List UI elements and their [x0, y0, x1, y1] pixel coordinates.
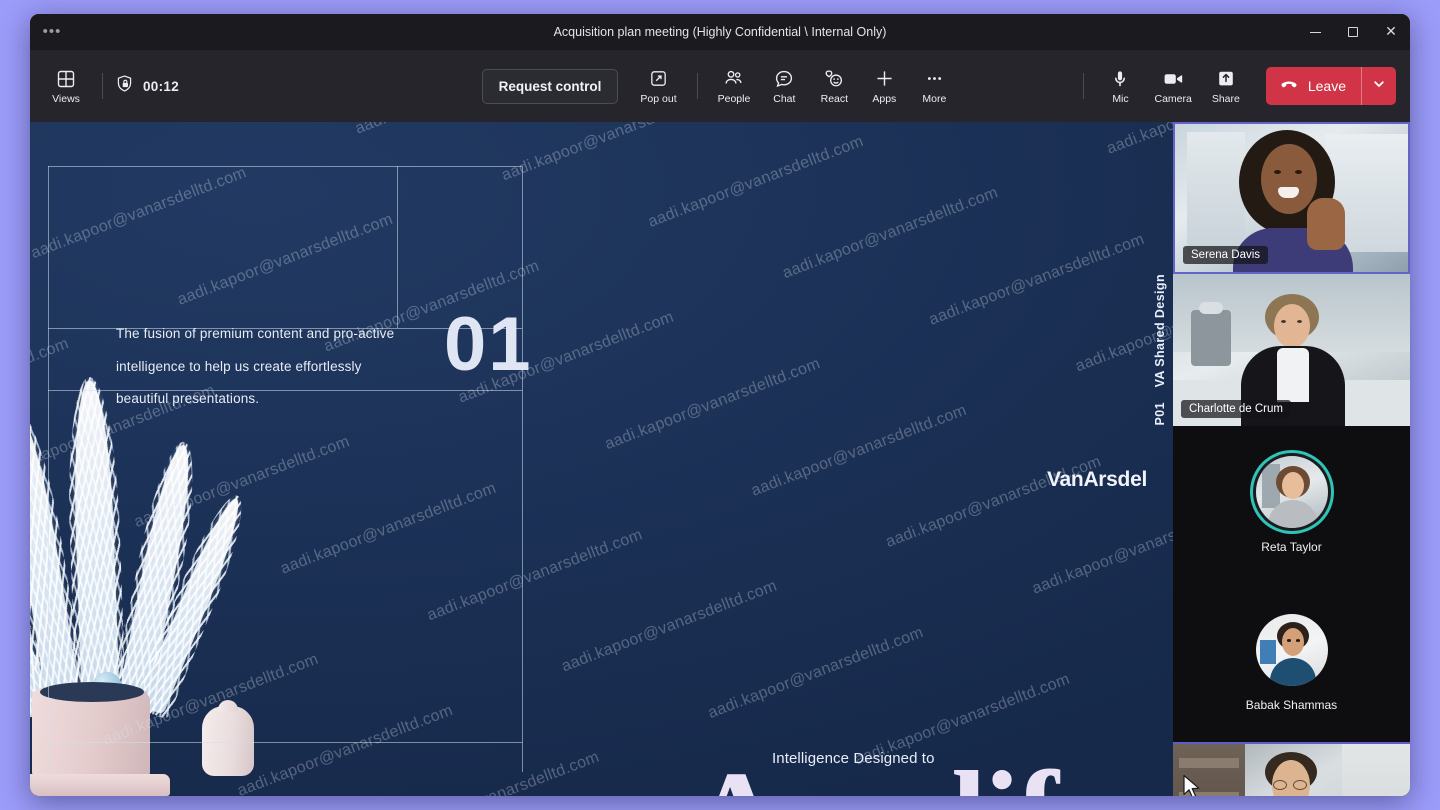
window-overflow-menu-button[interactable]: •••: [30, 14, 74, 50]
minimize-icon: [1309, 31, 1321, 33]
maximize-icon: [1348, 27, 1358, 37]
views-button[interactable]: Views: [42, 59, 90, 113]
meeting-timer: 00:12: [143, 78, 180, 94]
slide-side-label: VA Shared Design: [1153, 274, 1167, 388]
participant-name: Babak Shammas: [1245, 698, 1338, 712]
camera-button[interactable]: Camera: [1146, 59, 1199, 113]
pot: [32, 682, 150, 778]
leave-label: Leave: [1307, 78, 1346, 94]
mic-label: Mic: [1112, 92, 1129, 105]
react-label: React: [820, 92, 849, 105]
microphone-icon: [1110, 68, 1130, 90]
chat-icon: [774, 68, 794, 90]
slide-side-code: P01: [1153, 402, 1167, 426]
maximize-button[interactable]: [1334, 14, 1372, 50]
participant-roster: Serena Davis Charlotte de Crum Reta Tayl…: [1173, 122, 1410, 796]
request-control-button[interactable]: Request control: [481, 68, 619, 104]
participant-name: Serena Davis: [1183, 246, 1269, 264]
participant-tile-charlotte-de-crum[interactable]: Charlotte de Crum: [1173, 274, 1410, 426]
video-feed: [1173, 744, 1410, 796]
leave-group: Leave: [1265, 67, 1396, 105]
react-icon: [824, 68, 845, 90]
slide-frame-divider: [397, 166, 398, 328]
leave-button[interactable]: Leave: [1266, 67, 1361, 105]
camera-icon: [1162, 68, 1184, 90]
meeting-toolbar: Views 00:12 Request control Pop out Peop…: [30, 50, 1410, 122]
window-title: Acquisition plan meeting (Highly Confide…: [553, 25, 887, 39]
slide-headline: Amplify.: [690, 752, 1142, 796]
toolbar-divider-2: [696, 73, 698, 99]
leave-options-button[interactable]: [1362, 67, 1396, 105]
ellipsis-icon: [924, 68, 945, 90]
meeting-timer-group: 00:12: [115, 74, 179, 98]
apps-label: Apps: [872, 92, 897, 105]
grid-icon: [56, 68, 76, 90]
participant-tile-5[interactable]: [1173, 742, 1410, 796]
avatar: [1255, 456, 1328, 528]
people-button[interactable]: People: [710, 59, 759, 113]
pot-base: [30, 774, 170, 796]
chat-label: Chat: [773, 92, 796, 105]
mic-button[interactable]: Mic: [1096, 59, 1144, 113]
frosted-branch-in-pot-artwork: [30, 376, 330, 796]
toolbar-left-group: Views 00:12: [30, 59, 179, 113]
toolbar-divider-3: [1083, 73, 1085, 99]
desktop-background: ••• Acquisition plan meeting (Highly Con…: [0, 0, 1440, 810]
toolbar-right-group: Mic Camera Share Leave: [1073, 59, 1396, 113]
slide-number: 01: [444, 302, 533, 387]
react-button[interactable]: React: [810, 59, 858, 113]
plus-icon: [874, 68, 895, 90]
minimize-button[interactable]: [1296, 14, 1334, 50]
slide-body-text: The fusion of premium content and pro-ac…: [116, 326, 395, 407]
camera-label: Camera: [1154, 92, 1192, 105]
toolbar-divider-1: [102, 73, 103, 99]
slide-frame-right: [522, 166, 523, 772]
shield-lock-icon: [115, 74, 134, 98]
participant-tile-serena-davis[interactable]: Serena Davis: [1173, 122, 1410, 274]
vanarsdel-logo: VanArsdel: [1046, 468, 1147, 491]
hangup-icon: [1279, 75, 1299, 98]
pop-out-button[interactable]: Pop out: [632, 59, 684, 113]
close-button[interactable]: ✕: [1372, 14, 1410, 50]
small-vase: [202, 700, 254, 776]
people-label: People: [717, 92, 751, 105]
share-label: Share: [1211, 92, 1240, 105]
close-icon: ✕: [1385, 24, 1397, 40]
title-bar: ••• Acquisition plan meeting (Highly Con…: [30, 14, 1410, 50]
share-button[interactable]: Share: [1202, 59, 1250, 113]
meeting-stage: The fusion of premium content and pro-ac…: [30, 122, 1410, 796]
more-button[interactable]: More: [910, 59, 958, 113]
shared-slide[interactable]: The fusion of premium content and pro-ac…: [30, 122, 1173, 796]
more-label: More: [922, 92, 947, 105]
slide-frame-bottom: [48, 742, 522, 743]
views-label: Views: [52, 92, 80, 105]
people-icon: [723, 68, 744, 90]
share-screen-icon: [1216, 68, 1236, 90]
chat-button[interactable]: Chat: [760, 59, 808, 113]
participant-tile-reta-taylor[interactable]: Reta Taylor: [1173, 426, 1410, 584]
slide-frame-top: [48, 166, 522, 167]
teams-meeting-window: ••• Acquisition plan meeting (Highly Con…: [30, 14, 1410, 796]
chevron-down-icon: [1372, 77, 1386, 96]
participant-tile-babak-shammas[interactable]: Babak Shammas: [1173, 584, 1410, 742]
participant-name: Reta Taylor: [1261, 540, 1322, 554]
apps-button[interactable]: Apps: [860, 59, 908, 113]
participant-name: Charlotte de Crum: [1181, 400, 1291, 418]
pop-out-icon: [649, 68, 668, 90]
window-controls: ✕: [1296, 14, 1410, 50]
avatar: [1255, 614, 1328, 686]
slide-frame-left: [48, 166, 49, 772]
pop-out-label: Pop out: [640, 92, 677, 105]
